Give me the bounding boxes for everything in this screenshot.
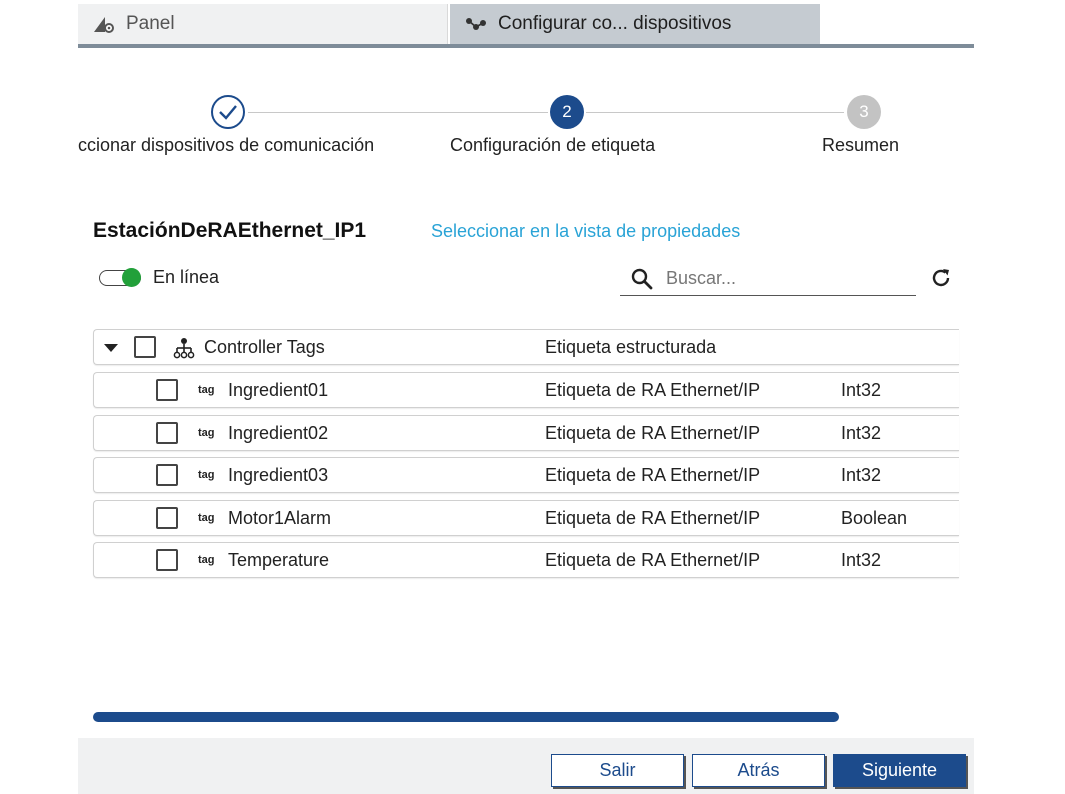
tag-name: Controller Tags <box>204 336 325 357</box>
caret-down-icon[interactable] <box>104 344 118 352</box>
tag-name: Ingredient02 <box>228 422 329 443</box>
device-title: EstaciónDeRAEthernet_IP1 <box>93 219 367 242</box>
step-2-indicator: 2 <box>550 95 584 129</box>
stepper-connector <box>248 112 548 113</box>
tag-icon: tag <box>198 554 215 566</box>
step-2-label: Configuración de etiqueta <box>450 135 656 155</box>
tag-kind: Etiqueta de RA Ethernet/IP <box>545 507 761 528</box>
tag-name: Motor1Alarm <box>228 507 332 528</box>
tab-panel-label: Panel <box>126 13 175 34</box>
tag-icon: tag <box>198 427 215 439</box>
tag-type: Int32 <box>841 379 882 400</box>
table-row[interactable]: tag Motor1Alarm Etiqueta de RA Ethernet/… <box>93 500 959 536</box>
table-row[interactable]: tag Ingredient01 Etiqueta de RA Ethernet… <box>93 372 959 408</box>
table-row-root[interactable]: Controller Tags Etiqueta estructurada <box>93 329 959 365</box>
back-button[interactable]: Atrás <box>692 754 825 787</box>
step-1-label: ccionar dispositivos de comunicación <box>78 135 375 155</box>
tag-kind: Etiqueta de RA Ethernet/IP <box>545 379 761 400</box>
tag-type: Int32 <box>841 549 882 570</box>
table-row[interactable]: tag Ingredient02 Etiqueta de RA Ethernet… <box>93 415 959 451</box>
search-input[interactable] <box>666 265 906 291</box>
tag-type: Int32 <box>841 464 882 485</box>
search-icon <box>630 267 654 291</box>
row-checkbox[interactable] <box>156 507 178 529</box>
tag-icon: tag <box>198 384 215 396</box>
row-checkbox[interactable] <box>156 549 178 571</box>
search-box <box>620 263 916 296</box>
tab-configure-devices-label: Configurar co... dispositivos <box>498 13 732 34</box>
stepper-connector <box>586 112 844 113</box>
tag-kind: Etiqueta de RA Ethernet/IP <box>545 422 761 443</box>
structure-tree-icon <box>173 337 195 359</box>
tag-name: Temperature <box>228 549 330 570</box>
panel-gear-icon <box>92 14 118 34</box>
row-checkbox[interactable] <box>156 379 178 401</box>
select-in-properties-link[interactable]: Seleccionar en la vista de propiedades <box>431 221 740 242</box>
table-row[interactable]: tag Ingredient03 Etiqueta de RA Ethernet… <box>93 457 959 493</box>
tag-name: Ingredient03 <box>228 464 329 485</box>
tag-kind: Etiqueta estructurada <box>545 336 717 357</box>
tag-icon: tag <box>198 469 215 481</box>
row-checkbox[interactable] <box>156 464 178 486</box>
table-row[interactable]: tag Temperature Etiqueta de RA Ethernet/… <box>93 542 959 578</box>
next-button[interactable]: Siguiente <box>833 754 966 787</box>
tag-kind: Etiqueta de RA Ethernet/IP <box>545 549 761 570</box>
tag-kind: Etiqueta de RA Ethernet/IP <box>545 464 761 485</box>
tab-configure-devices[interactable]: Configurar co... dispositivos <box>450 4 820 44</box>
online-label: En línea <box>153 267 220 287</box>
wizard-stepper: ccionar dispositivos de comunicación 2 C… <box>78 95 974 165</box>
tab-bar: Panel Configurar co... dispositivos <box>78 4 974 46</box>
tag-type: Int32 <box>841 422 882 443</box>
step-3-indicator: 3 <box>847 95 881 129</box>
refresh-icon[interactable] <box>929 266 953 290</box>
tag-type: Boolean <box>841 507 908 528</box>
tag-name: Ingredient01 <box>228 379 329 400</box>
root-checkbox[interactable] <box>134 336 156 358</box>
online-toggle[interactable] <box>99 268 141 287</box>
row-checkbox[interactable] <box>156 422 178 444</box>
step-1-checkmark-icon <box>211 95 245 129</box>
exit-button[interactable]: Salir <box>551 754 684 787</box>
tab-panel[interactable]: Panel <box>78 4 448 44</box>
horizontal-scrollbar[interactable] <box>93 712 839 722</box>
tab-bar-underline <box>78 44 974 48</box>
network-nodes-icon <box>464 14 490 34</box>
step-3-label: Resumen <box>822 135 900 155</box>
tag-icon: tag <box>198 512 215 524</box>
online-toggle-knob <box>122 268 141 287</box>
